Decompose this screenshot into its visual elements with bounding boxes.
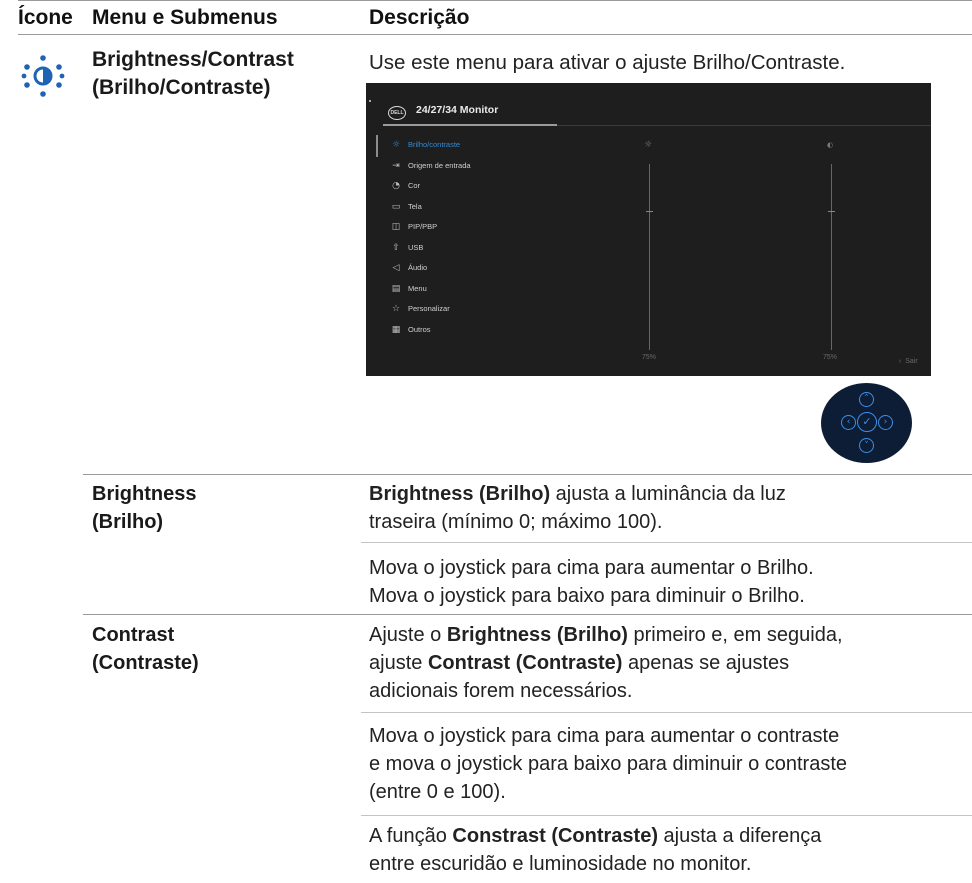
pip-pbp-icon: ◫ bbox=[391, 222, 401, 232]
others-icon: ▦ bbox=[391, 324, 401, 335]
dell-logo: DELL bbox=[388, 106, 406, 120]
brightness-row-rule bbox=[83, 474, 972, 475]
sun-icon: ☼ bbox=[391, 140, 401, 150]
speaker-icon: ◁ bbox=[392, 263, 400, 273]
contrast-slider bbox=[831, 164, 832, 350]
display-icon: ▭ bbox=[391, 201, 401, 212]
header-rule bbox=[18, 34, 972, 35]
contrast-label: Contrast (Contraste) bbox=[92, 624, 199, 674]
brightness-description: Brightness (Brilho) ajusta a luminância … bbox=[369, 483, 786, 533]
check-icon: ✓ bbox=[857, 412, 877, 432]
menu-icon: ▤ bbox=[391, 283, 401, 294]
brightness-contrast-icon bbox=[21, 55, 65, 97]
osd-dot bbox=[369, 100, 371, 102]
osd-title-rule bbox=[383, 124, 557, 126]
menu-title: Brightness/Contrast (Brilho/Contraste) bbox=[92, 48, 294, 99]
osd-menu-item-label: USB bbox=[408, 242, 424, 252]
osd-menu-item-label: Cor bbox=[408, 181, 421, 190]
osd-menu-item-label: Origem de entrada bbox=[408, 160, 471, 170]
brightness-slider-icon: ☼ bbox=[644, 140, 653, 150]
osd-menu-item-label: PIP/PBP bbox=[408, 222, 438, 231]
osd-menu-item-label: Tela bbox=[408, 201, 422, 211]
chevron-left-icon: ‹ bbox=[841, 415, 856, 430]
contrast-value: 75% bbox=[823, 354, 838, 361]
chevron-up-icon: ˄ bbox=[859, 392, 874, 407]
brightness-slider bbox=[649, 164, 650, 350]
contrast-inner-rule-2 bbox=[361, 815, 972, 816]
joystick-illustration: ˄ ‹ ✓ › ˅ bbox=[821, 383, 912, 463]
brightness-value: 75% bbox=[642, 354, 657, 361]
osd-title-rule-dim bbox=[557, 125, 931, 126]
usb-icon: ⇧ bbox=[392, 242, 400, 253]
brightness-slider-knob bbox=[646, 210, 653, 212]
osd-menu-item-label: Personalizar bbox=[408, 304, 450, 313]
brightness-usage: Mova o joystick para cima para aumentar … bbox=[369, 557, 814, 607]
osd-menu-screenshot: DELL 24/27/34 Monitor ☼ Brilho/contraste ⇥… bbox=[366, 83, 931, 376]
contrast-slider-knob bbox=[828, 210, 835, 212]
header-icon-column: Ícone bbox=[18, 6, 73, 29]
color-palette-icon: ◔ bbox=[392, 181, 400, 191]
input-source-icon: ⇥ bbox=[392, 160, 400, 171]
brightness-label: Brightness (Brilho) bbox=[92, 483, 197, 533]
osd-selection-bar bbox=[376, 135, 378, 157]
osd-title: 24/27/34 Monitor bbox=[416, 104, 499, 116]
osd-menu-item-label: Outros bbox=[408, 324, 431, 334]
contrast-paragraph-3: A função Constrast (Contraste) ajusta a … bbox=[369, 825, 822, 875]
menu-intro: Use este menu para ativar o ajuste Brilh… bbox=[369, 51, 846, 74]
header-description-column: Descrição bbox=[369, 6, 470, 29]
contrast-slider-icon: ◐ bbox=[827, 141, 834, 149]
brightness-inner-rule bbox=[361, 542, 972, 543]
contrast-paragraph-2: Mova o joystick para cima para aumentar … bbox=[369, 725, 848, 803]
star-icon: ☆ bbox=[391, 304, 401, 314]
osd-menu-item-label: Brilho/contraste bbox=[408, 140, 461, 149]
chevron-right-icon: › bbox=[878, 415, 893, 430]
chevron-down-icon: ˅ bbox=[859, 438, 874, 453]
osd-menu-item-label: Áudio bbox=[408, 263, 428, 272]
osd-menu-item-label: Menu bbox=[408, 283, 427, 293]
table-top-rule bbox=[18, 0, 972, 1]
header-menu-column: Menu e Submenus bbox=[92, 6, 278, 29]
contrast-row-rule bbox=[83, 614, 972, 615]
osd-exit: ‹ Sair bbox=[899, 358, 918, 365]
contrast-inner-rule-1 bbox=[361, 712, 972, 713]
contrast-paragraph-1: Ajuste o Brightness (Brilho) primeiro e,… bbox=[369, 624, 843, 702]
